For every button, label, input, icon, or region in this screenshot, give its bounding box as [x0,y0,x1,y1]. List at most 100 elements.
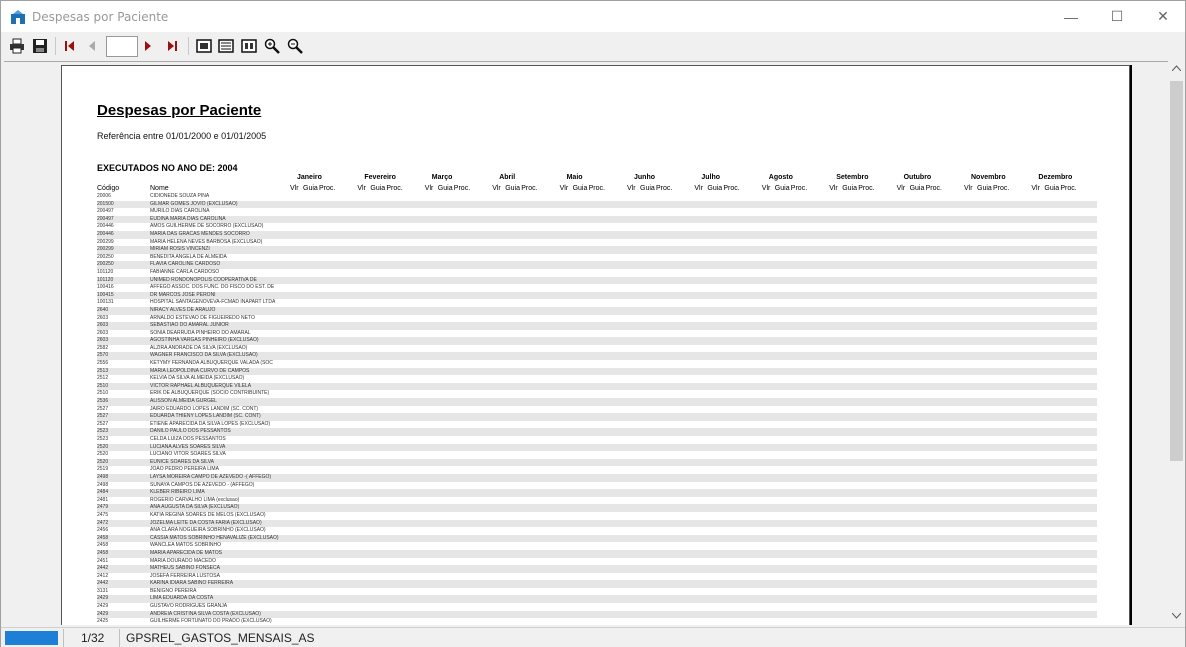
column-header: Proc. [925,185,942,192]
month-header: Outubro [903,174,932,181]
row-code: 2527 [97,413,109,420]
scroll-down-icon[interactable] [1172,613,1181,619]
minimize-button[interactable]: — [1048,1,1094,32]
table-row: 2479 ANA AUGUSTA DA SILVA (EXCLUSAO) [97,504,1097,512]
table-row: 2527 EDUARDA THIENY LOPES LANDIM (SC. CON… [97,413,1097,421]
month-header: Janeiro [297,174,322,181]
row-code: 2442 [97,580,109,587]
row-name: LAYSA MOREIRA CAMPO DE AZEVEDO -( AFFEGO… [150,473,272,480]
column-header: Vlr [964,185,973,192]
first-page-icon[interactable] [61,37,79,55]
close-button[interactable]: ✕ [1140,1,1186,32]
table-row: 200446 AMOS GUILHERME DE SOCORRO (EXCLUSA… [97,223,1097,231]
row-code: 200446 [97,223,114,230]
vertical-scrollbar[interactable] [1168,61,1185,625]
column-header: Guia [774,185,790,192]
row-code: 2527 [97,405,109,412]
row-name: FABIANNE CARLA CARDOSO [150,268,220,275]
column-header: Proc. [790,185,808,192]
maximize-button[interactable]: ☐ [1094,1,1140,32]
column-header: Vlr [627,185,636,192]
column-header: Guia [1044,185,1060,192]
row-code: 2429 [97,603,109,610]
column-header: Vlr [492,185,501,192]
row-code: 2527 [97,420,109,427]
table-row: 200250 FLAVIA CAROLINE CARDOSO [97,261,1097,269]
table-row: 2510 VICTOR RAPHAEL ALBUQUERQUE VILELA [97,382,1097,391]
scroll-thumb[interactable] [1170,81,1183,461]
row-code: 2513 [97,367,109,374]
column-header: Guia [640,185,655,192]
last-page-icon[interactable] [163,37,181,55]
row-code: 2479 [97,504,109,511]
report-viewport[interactable]: Despesas por Paciente Referência entre 0… [4,61,1168,625]
row-code: 3131 [97,587,109,594]
row-code: 2498 [97,481,109,488]
report-page: Despesas por Paciente Referência entre 0… [61,65,1130,625]
table-row: 2523 CELDA LUIZA DOS PESSANTOS [97,436,1097,444]
row-name: NIRACY ALVES DE ARAUJO [150,306,216,313]
row-code: 2429 [97,595,109,602]
table-row: 2523 DANILO PAULO DOS PESSANTOS [97,428,1097,436]
row-code: 2458 [97,542,109,549]
month-header: Maio [566,174,583,181]
row-name: EUDINA MARIA DIAS CAROLINA [150,215,226,222]
page-width-icon[interactable] [195,37,213,55]
column-header: Proc. [588,185,605,192]
row-name: EUNICE SOARES DA SILVA [150,458,215,465]
row-name: MARIA HELENA NEVES BARBOSA (EXCLUSAO) [150,238,263,245]
row-code: 2425 [97,618,109,625]
status-bar: 1/32 GPSREL_GASTOS_MENSAIS_AS [1,627,1185,647]
report-title: Despesas por Paciente [97,102,262,119]
scroll-up-icon[interactable] [1172,65,1181,71]
row-code: 2451 [97,557,109,564]
printer-icon[interactable] [8,37,26,55]
row-code: 2412 [97,572,109,579]
save-icon[interactable] [31,37,49,55]
row-code: 200299 [97,238,114,245]
page-number-input[interactable] [106,36,138,57]
row-name: AMOS GUILHERME DE SOCORRO (EXCLUSAO) [150,223,264,230]
two-pages-icon[interactable] [240,37,258,55]
row-name: KETYMY FERNANDA ALBUQUERQUE VALADA (SOC [150,360,273,367]
table-row: 3131 BENIGNO PEREIRA [97,588,1097,596]
whole-page-icon[interactable] [217,37,235,55]
zoom-out-icon[interactable] [286,37,304,55]
row-name: GUILHERME FORTUNATO DO PRADO (EXCLUSAO) [150,618,272,625]
table-row: 2429 LIMA EDUARDA DA COSTA [97,595,1097,604]
row-name: WANCLEA MATOS SOBRINHO [150,542,222,549]
row-name: ETIENE APARECIDA DA SILVA LOPES (EXCLUSA… [150,420,271,427]
column-header: Guia [437,185,453,192]
row-name: DANILO PAULO DOS PESSANTOS [150,428,231,435]
table-row: 2458 MARIA APARECIDA DE MATOS [97,549,1097,558]
next-page-icon[interactable] [139,37,157,55]
prev-page-icon[interactable] [83,37,101,55]
row-name: ARNALDO ESTEVAO DE FIGUEIREDO NETO [150,314,255,321]
row-code: 101120 [97,268,114,275]
month-header: Fevereiro [364,174,396,181]
table-row: 2412 JOSEFA FERREIRA LUSTOSA [97,573,1097,581]
column-header: Vlr [424,185,434,192]
table-row: 2520 LUCIANO VITOR SOARES SILVA [97,451,1097,459]
table-row: 2512 KELVIA DA SILVA ALMEIDA (EXCLUSAO) [97,375,1097,383]
row-name: SEBASTIAO DO AMARAL JUNIOR [150,322,229,329]
status-page: 1/32 [81,631,105,645]
column-header: Guia [909,185,925,192]
zoom-in-icon[interactable] [263,37,281,55]
table-row: 2556 KETYMY FERNANDA ALBUQUERQUE VALADA (… [97,360,1097,368]
column-header: Guia [977,185,992,192]
row-name: SONIA DEARRUDA PINHEIRO DO AMARAL [150,329,251,336]
title-bar: Despesas por Paciente — ☐ ✕ [1,1,1185,32]
table-row: 200497 MURILO DIAS CAROLINA [97,208,1097,216]
table-row: 2451 MARIA DOURADO MACEDO [97,558,1097,566]
column-header: Proc. [858,185,875,192]
row-code: 2475 [97,511,109,518]
column-header: Proc. [656,185,673,192]
row-name: JAIRO EDUARDO LOPES LANDIM (SC. CONT) [150,405,259,412]
month-header: Setembro [836,174,869,181]
row-code: 100415 [97,291,114,298]
row-name: VICTOR RAPHAEL ALBUQUERQUE VILELA [150,382,252,389]
table-row: 2475 KATIA REGINA SOARES DE MELOS (EXCLUS… [97,512,1097,520]
app-icon [11,10,25,24]
column-header: Proc. [521,185,538,192]
